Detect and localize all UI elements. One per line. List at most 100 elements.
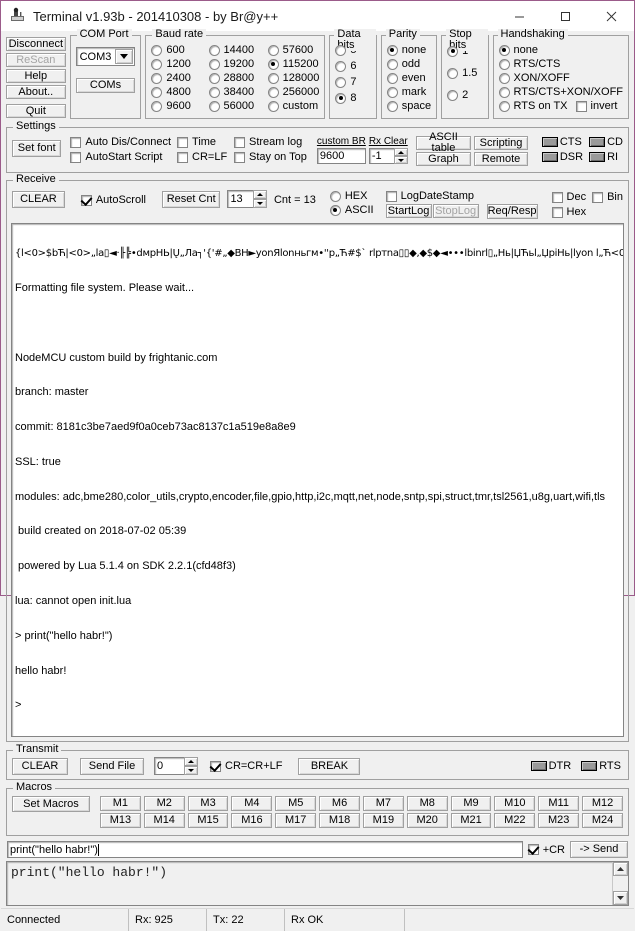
- terminal-output[interactable]: {l<0>$bЋ|<0>„la▯◄·╟╠•dмрНЬ|Ų„Ла┐'{'#„◆BН…: [11, 223, 624, 738]
- com-port-select[interactable]: COM3: [75, 47, 136, 66]
- rx-clear-arrows[interactable]: [393, 148, 408, 164]
- spinner-up-icon[interactable]: [184, 757, 198, 767]
- cnt-arrows[interactable]: [252, 190, 267, 208]
- baud-radio-256000[interactable]: 256000: [267, 86, 319, 98]
- dtr-led[interactable]: DTR: [530, 760, 571, 772]
- baud-radio-38400[interactable]: 38400: [208, 86, 266, 98]
- rts-led[interactable]: RTS: [581, 760, 621, 772]
- cnt-stepper[interactable]: 13: [227, 190, 267, 208]
- baud-radio-9600[interactable]: 9600: [151, 100, 206, 112]
- rx-clear-stepper[interactable]: -1: [368, 148, 408, 164]
- ascii-table-button[interactable]: ASCII table: [415, 132, 472, 154]
- parity-radio-space[interactable]: space: [386, 100, 431, 112]
- parity-radio-none[interactable]: none: [386, 44, 431, 56]
- plus-cr-checkbox[interactable]: +CR: [527, 844, 565, 856]
- macro-button-m7[interactable]: M7: [362, 796, 404, 812]
- send-echo-box[interactable]: print("hello habr!"): [6, 861, 629, 907]
- macro-button-m14[interactable]: M14: [143, 813, 185, 829]
- macro-button-m8[interactable]: M8: [406, 796, 448, 812]
- coms-button[interactable]: COMs: [75, 78, 136, 93]
- break-button[interactable]: BREAK: [298, 757, 361, 775]
- cnt-input[interactable]: 13: [227, 190, 254, 208]
- transmit-clear-button[interactable]: CLEAR: [12, 757, 68, 775]
- start-log-button[interactable]: StartLog: [385, 204, 432, 218]
- rescan-button[interactable]: ReScan: [6, 53, 66, 67]
- baud-radio-custom[interactable]: custom: [267, 100, 320, 112]
- baud-radio-600[interactable]: 600: [151, 44, 206, 56]
- scripting-button[interactable]: Scripting: [474, 136, 528, 150]
- spinner-down-icon[interactable]: [393, 156, 408, 164]
- macro-button-m5[interactable]: M5: [275, 796, 317, 812]
- dec-checkbox[interactable]: Dec: [551, 191, 586, 203]
- stop-log-button[interactable]: StopLog: [432, 204, 479, 218]
- macro-button-m13[interactable]: M13: [100, 813, 141, 829]
- spinner-down-icon[interactable]: [184, 766, 198, 776]
- baud-radio-14400[interactable]: 14400: [208, 44, 266, 56]
- stop-bits-radio-1-5[interactable]: 1.5: [447, 67, 482, 79]
- help-button[interactable]: Help: [6, 69, 66, 83]
- scroll-down-icon[interactable]: [613, 891, 628, 906]
- about-button[interactable]: About..: [6, 85, 66, 99]
- macro-button-m2[interactable]: M2: [143, 796, 185, 812]
- macro-button-m19[interactable]: M19: [362, 813, 404, 829]
- baud-radio-19200[interactable]: 19200: [208, 58, 266, 70]
- scroll-up-icon[interactable]: [613, 862, 628, 877]
- spinner-up-icon[interactable]: [252, 190, 267, 199]
- macro-button-m21[interactable]: M21: [450, 813, 492, 829]
- parity-radio-even[interactable]: even: [386, 72, 431, 84]
- maximize-button[interactable]: [542, 1, 588, 31]
- auto-dis-connect-checkbox[interactable]: Auto Dis/Connect: [70, 136, 171, 148]
- receive-clear-button[interactable]: CLEAR: [12, 191, 65, 208]
- autoscroll-checkbox[interactable]: AutoScroll: [80, 194, 146, 206]
- transmit-delay-input[interactable]: 0: [154, 757, 185, 776]
- handshaking-radio-rts-on-tx[interactable]: RTS on TX invert: [498, 100, 624, 112]
- baud-radio-128000[interactable]: 128000: [267, 72, 319, 84]
- macro-button-m17[interactable]: M17: [275, 813, 317, 829]
- send-file-button[interactable]: Send File: [80, 757, 144, 775]
- macro-button-m4[interactable]: M4: [231, 796, 273, 812]
- macro-button-m10[interactable]: M10: [494, 796, 536, 812]
- handshaking-radio-none[interactable]: none: [498, 44, 624, 56]
- macro-button-m18[interactable]: M18: [319, 813, 360, 829]
- baud-radio-4800[interactable]: 4800: [151, 86, 206, 98]
- stream-log-checkbox[interactable]: Stream log: [234, 136, 307, 148]
- macro-button-m24[interactable]: M24: [582, 813, 623, 829]
- baud-radio-56000[interactable]: 56000: [208, 100, 266, 112]
- autostart-script-checkbox[interactable]: AutoStart Script: [70, 151, 171, 163]
- data-bits-radio-6[interactable]: 6: [335, 60, 370, 72]
- bin-checkbox[interactable]: Bin: [592, 191, 623, 203]
- macro-button-m20[interactable]: M20: [406, 813, 448, 829]
- macro-button-m23[interactable]: M23: [538, 813, 580, 829]
- chevron-down-icon[interactable]: [115, 49, 134, 64]
- minimize-button[interactable]: [496, 1, 542, 31]
- transmit-delay-arrows[interactable]: [184, 757, 198, 776]
- macro-button-m22[interactable]: M22: [494, 813, 536, 829]
- macro-button-m12[interactable]: M12: [582, 796, 623, 812]
- macro-button-m3[interactable]: M3: [187, 796, 229, 812]
- remote-button[interactable]: Remote: [474, 152, 528, 166]
- time-checkbox[interactable]: Time: [177, 136, 228, 148]
- macro-button-m6[interactable]: M6: [319, 796, 360, 812]
- hex-checkbox[interactable]: Hex: [551, 206, 586, 218]
- parity-radio-mark[interactable]: mark: [386, 86, 431, 98]
- spinner-down-icon[interactable]: [252, 199, 267, 208]
- baud-radio-115200[interactable]: 115200: [267, 58, 320, 70]
- macro-button-m11[interactable]: M11: [538, 796, 580, 812]
- crlf-checkbox[interactable]: CR=LF: [177, 151, 228, 163]
- echo-scrollbar[interactable]: [612, 862, 628, 906]
- cr-crlf-checkbox[interactable]: CR=CR+LF: [210, 760, 282, 772]
- parity-radio-odd[interactable]: odd: [386, 58, 431, 70]
- receive-ascii-radio[interactable]: ASCII: [329, 204, 374, 216]
- handshaking-radio-xon-xoff[interactable]: XON/XOFF: [498, 72, 624, 84]
- handshaking-radio-rts-cts-xon-xoff[interactable]: RTS/CTS+XON/XOFF: [498, 86, 623, 98]
- macro-button-m15[interactable]: M15: [187, 813, 229, 829]
- data-bits-radio-7[interactable]: 7: [335, 76, 370, 88]
- set-macros-button[interactable]: Set Macros: [12, 796, 90, 813]
- req-resp-button[interactable]: Req/Resp: [486, 204, 538, 219]
- send-input[interactable]: print("hello habr!"): [7, 841, 523, 859]
- spinner-up-icon[interactable]: [393, 148, 408, 156]
- log-date-stamp-checkbox[interactable]: LogDateStamp: [385, 190, 479, 202]
- transmit-delay-stepper[interactable]: 0: [154, 757, 198, 776]
- rx-clear-input[interactable]: -1: [368, 148, 395, 164]
- custom-br-input[interactable]: 9600: [316, 148, 366, 164]
